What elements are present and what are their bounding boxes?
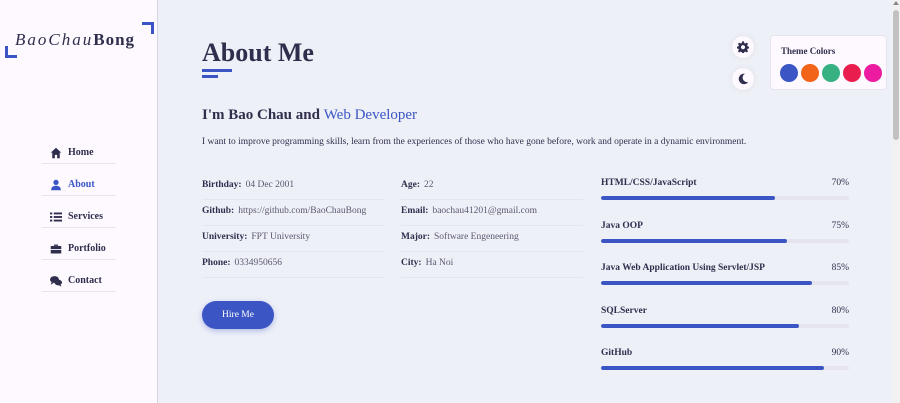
personal-info-column-1: Birthday: 04 Dec 2001 Github: https://gith… [202, 174, 384, 278]
logo-text-script: BaoChau [15, 30, 94, 49]
moon-icon [738, 73, 749, 85]
gear-icon [737, 41, 749, 53]
skill-progress-track [601, 323, 849, 328]
info-major: Major: Software Engeneering [401, 226, 583, 252]
info-value: FPT University [251, 232, 311, 242]
info-key: Birthday: [202, 180, 242, 190]
skill-percent: 75% [831, 220, 849, 231]
skill-progress-track [601, 238, 849, 243]
nav-item-label: Services [68, 211, 103, 222]
info-key: Age: [401, 180, 420, 190]
theme-colors-title: Theme Colors [781, 46, 836, 56]
logo-corner-top-right [142, 22, 154, 34]
day-night-toggle[interactable] [732, 68, 754, 90]
skill-percent: 70% [831, 178, 849, 188]
info-value: Software Engeneering [434, 232, 519, 242]
list-icon [42, 211, 68, 223]
logo[interactable]: BaoChauBong [5, 22, 154, 58]
nav-item-about[interactable]: About [42, 174, 116, 196]
skill-name: Java OOP [601, 220, 643, 231]
skill-progress-fill [601, 238, 787, 243]
logo-text: BaoChauBong [15, 30, 135, 50]
nav-item-contact[interactable]: Contact [42, 270, 116, 292]
info-key: Major: [401, 232, 431, 242]
info-value[interactable]: https://github.com/BaoChauBong [238, 206, 366, 216]
info-value: Ha Noi [425, 258, 454, 268]
color-swatch-pink[interactable] [864, 64, 882, 82]
skill-item: SQLServer 80% [601, 306, 849, 349]
briefcase-icon [42, 243, 68, 255]
skill-progress-track [601, 281, 849, 285]
info-city: City: Ha Noi [401, 252, 583, 278]
skill-progress-fill [601, 196, 775, 200]
headline-prefix: I'm Bao Chau and [202, 107, 324, 123]
skill-item: HTML/CSS/JavaScript 70% [601, 178, 849, 221]
scroll-up-arrow[interactable] [893, 1, 899, 5]
hire-me-button[interactable]: Hire Me [202, 301, 274, 329]
skill-progress-fill [601, 281, 812, 285]
nav-item-label: Portfolio [68, 243, 106, 254]
about-headline: I'm Bao Chau and Web Developer [202, 107, 417, 124]
skill-progress-track [601, 196, 849, 200]
info-value: 04 Dec 2001 [245, 180, 295, 190]
info-key: Email: [401, 206, 429, 216]
skill-progress-fill [601, 366, 825, 370]
nav-item-services[interactable]: Services [42, 206, 116, 228]
skill-item: Java Web Application Using Servlet/JSP 85… [601, 263, 849, 306]
info-key: City: [401, 258, 422, 268]
info-birthday: Birthday: 04 Dec 2001 [202, 174, 384, 200]
main-nav: Home About Services Portfolio Contact [42, 142, 116, 302]
sidebar: BaoChauBong Home About Services Portfoli… [0, 0, 158, 403]
personal-info-column-2: Age: 22 Email: baochau41201@gmail.com Majo… [401, 174, 583, 278]
color-swatch-blue[interactable] [780, 64, 798, 82]
style-switcher-toggle[interactable] [732, 36, 754, 58]
title-underline-short [202, 75, 218, 78]
nav-item-label: Contact [68, 275, 102, 286]
scrollbar-thumb[interactable] [893, 10, 899, 140]
color-swatch-orange[interactable] [801, 64, 819, 82]
skill-name: GitHub [601, 348, 633, 358]
info-key: Github: [202, 206, 235, 216]
skill-progress-track [601, 366, 849, 370]
info-phone: Phone: 0334950656 [202, 252, 384, 278]
info-email: Email: baochau41201@gmail.com [401, 200, 583, 226]
skill-name: Java Web Application Using Servlet/JSP [601, 263, 765, 273]
skill-percent: 80% [831, 305, 849, 316]
info-key: Phone: [202, 258, 231, 268]
skill-item: GitHub 90% [601, 348, 849, 391]
skill-name: HTML/CSS/JavaScript [601, 178, 697, 188]
page-title: About Me [202, 38, 314, 67]
info-value[interactable]: baochau41201@gmail.com [432, 206, 537, 216]
info-value: 22 [424, 180, 434, 190]
comments-icon [42, 275, 68, 287]
info-university: University: FPT University [202, 226, 384, 252]
nav-item-label: About [68, 179, 95, 190]
home-icon [42, 147, 68, 159]
info-key: University: [202, 232, 248, 242]
nav-item-label: Home [68, 147, 94, 158]
skill-progress-fill [601, 323, 800, 328]
nav-item-portfolio[interactable]: Portfolio [42, 238, 116, 260]
color-swatches [780, 64, 882, 82]
info-value: 0334950656 [234, 258, 283, 268]
headline-role: Web Developer [323, 107, 418, 123]
user-icon [42, 179, 68, 191]
skill-item: Java OOP 75% [601, 221, 849, 264]
theme-colors-panel: Theme Colors [770, 35, 887, 90]
info-age: Age: 22 [401, 174, 583, 200]
logo-text-bold: Bong [93, 30, 136, 49]
skill-percent: 90% [831, 348, 849, 358]
skill-name: SQLServer [601, 305, 647, 316]
color-swatch-green[interactable] [822, 64, 840, 82]
info-github: Github: https://github.com/BaoChauBong [202, 200, 384, 226]
title-underline [202, 69, 232, 72]
nav-item-home[interactable]: Home [42, 142, 116, 164]
color-swatch-red[interactable] [843, 64, 861, 82]
skill-percent: 85% [831, 263, 849, 273]
about-intro: I want to improve programming skills, le… [202, 137, 747, 147]
skills-list: HTML/CSS/JavaScript 70% Java OOP 75% Java … [601, 178, 849, 391]
page-scrollbar[interactable] [892, 0, 900, 403]
